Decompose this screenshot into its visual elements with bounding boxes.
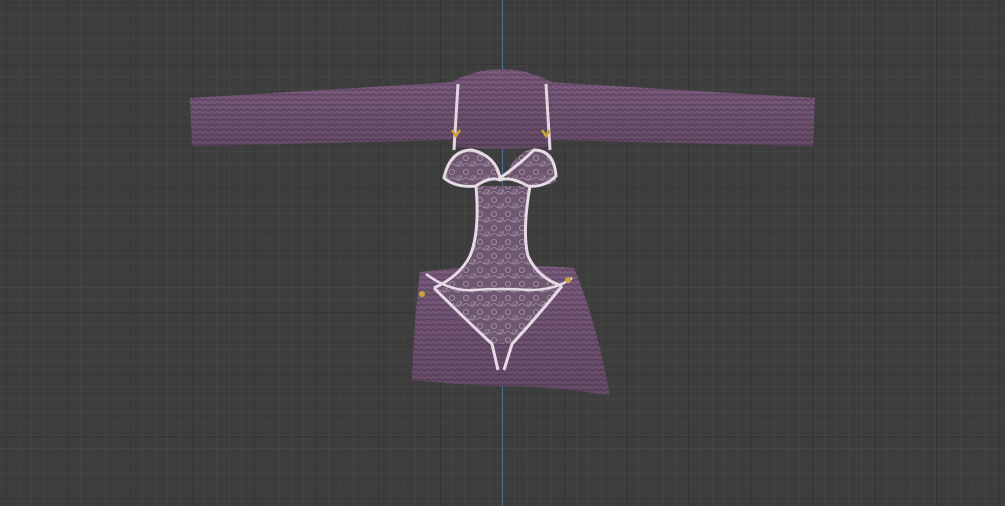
3d-viewport[interactable] (0, 0, 1005, 506)
right-sleeve[interactable] (548, 82, 815, 146)
left-sleeve[interactable] (190, 82, 455, 146)
garment-model[interactable] (0, 0, 1005, 506)
shrug-back[interactable] (452, 69, 552, 149)
